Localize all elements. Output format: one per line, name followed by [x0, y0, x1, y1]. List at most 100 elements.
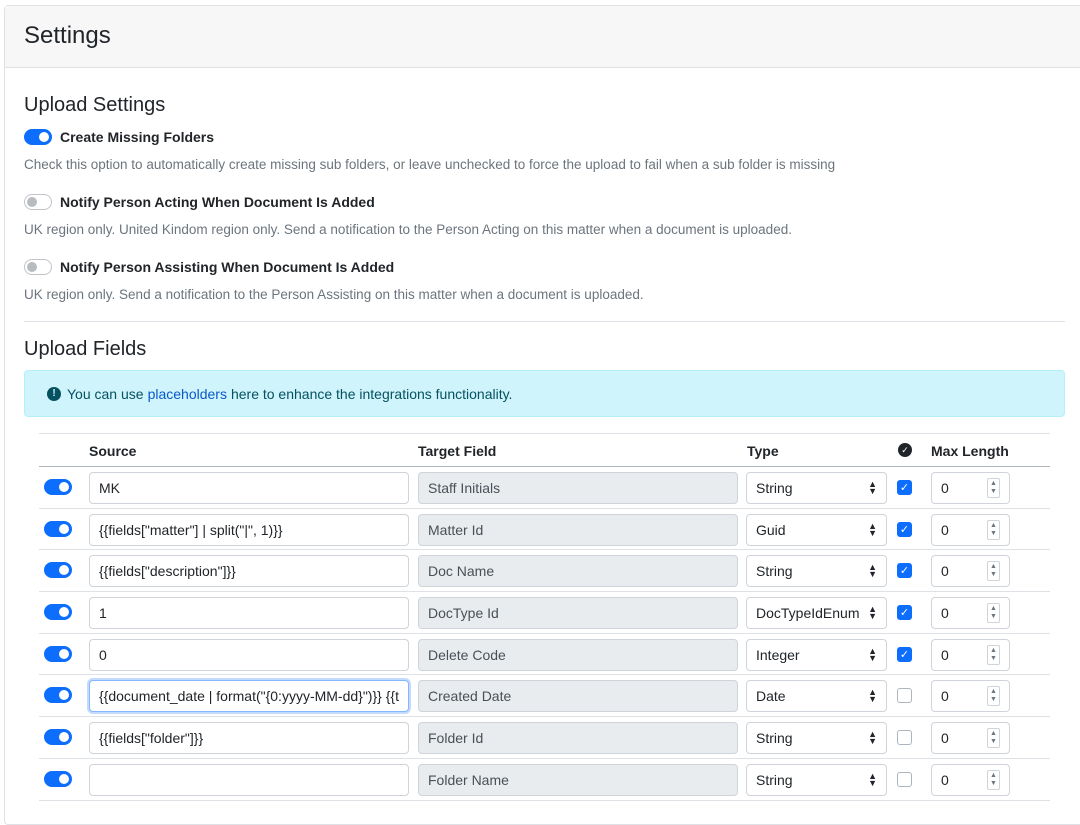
max-length-input[interactable]: 0 ▲ ▼: [931, 513, 1010, 546]
type-select-value: String: [756, 771, 793, 788]
type-select[interactable]: String ▲ ▼: [746, 763, 887, 796]
required-checkbox[interactable]: [897, 771, 912, 787]
spinner-icon[interactable]: ▲ ▼: [987, 561, 1000, 582]
page-title: Settings: [24, 22, 111, 49]
table-row: 1 DocType Id DocTypeIdEnum ▲ ▼ ✓ 0 ▲ ▼: [39, 592, 1050, 634]
type-select[interactable]: Guid ▲ ▼: [746, 513, 887, 546]
max-length-value: 0: [941, 563, 949, 580]
spinner-icon[interactable]: ▲ ▼: [987, 769, 1000, 790]
placeholders-link[interactable]: placeholders: [148, 386, 227, 402]
max-length-input[interactable]: 0 ▲ ▼: [931, 763, 1010, 796]
select-arrows-icon: ▲ ▼: [868, 562, 877, 580]
target-field-input: Created Date: [418, 680, 738, 713]
required-checkbox[interactable]: ✓: [897, 646, 912, 662]
create-missing-folders-toggle[interactable]: [24, 129, 52, 145]
alert-prefix: You can use: [67, 385, 144, 402]
type-select-value: String: [756, 730, 793, 747]
exclamation-circle-icon: !: [47, 386, 61, 401]
table-row: Folder Name String ▲ ▼ 0 ▲ ▼: [39, 759, 1050, 801]
card-header: Settings: [5, 6, 1080, 68]
type-select[interactable]: String ▲ ▼: [746, 555, 887, 588]
spinner-icon[interactable]: ▲ ▼: [987, 644, 1000, 665]
max-length-value: 0: [941, 771, 949, 788]
type-select[interactable]: DocTypeIdEnum ▲ ▼: [746, 597, 887, 630]
source-input[interactable]: {{fields["folder"]}}: [89, 722, 409, 755]
row-enabled-toggle[interactable]: [44, 687, 72, 704]
select-arrows-icon: ▲ ▼: [868, 604, 877, 622]
source-input[interactable]: [89, 763, 409, 796]
max-length-input[interactable]: 0 ▲ ▼: [931, 638, 1010, 671]
type-select-value: Date: [756, 688, 786, 705]
spinner-icon[interactable]: ▲ ▼: [987, 603, 1000, 624]
type-select-value: String: [756, 563, 793, 580]
type-select-value: DocTypeIdEnum: [756, 605, 860, 622]
required-checkbox[interactable]: ✓: [897, 521, 912, 537]
max-length-input[interactable]: 0 ▲ ▼: [931, 680, 1010, 713]
select-arrows-icon: ▲ ▼: [868, 687, 877, 705]
row-enabled-toggle[interactable]: [44, 604, 72, 621]
source-input[interactable]: {{document_date | format("{0:yyyy-MM-dd}…: [89, 680, 409, 713]
max-length-input[interactable]: 0 ▲ ▼: [931, 722, 1010, 755]
max-length-input[interactable]: 0 ▲ ▼: [931, 555, 1010, 588]
row-enabled-toggle[interactable]: [44, 562, 72, 579]
table-row: MK Staff Initials String ▲ ▼ ✓ 0 ▲ ▼: [39, 467, 1050, 509]
row-enabled-toggle[interactable]: [44, 770, 72, 787]
row-enabled-toggle[interactable]: [44, 520, 72, 537]
type-select[interactable]: Integer ▲ ▼: [746, 638, 887, 671]
spinner-icon[interactable]: ▲ ▼: [987, 519, 1000, 540]
type-select-value: Integer: [756, 646, 800, 663]
max-length-input[interactable]: 0 ▲ ▼: [931, 472, 1010, 504]
type-select[interactable]: String ▲ ▼: [746, 722, 887, 755]
info-alert: ! You can use placeholders here to enhan…: [24, 370, 1065, 417]
notify-person-acting-toggle[interactable]: [24, 194, 52, 210]
option-description: Check this option to automatically creat…: [24, 157, 836, 172]
type-select-value: Guid: [756, 521, 786, 538]
upload-settings-heading: Upload Settings: [24, 94, 166, 116]
row-enabled-toggle[interactable]: [44, 479, 72, 495]
table-row: {{document_date | format("{0:yyyy-MM-dd}…: [39, 675, 1050, 718]
table-body: MK Staff Initials String ▲ ▼ ✓ 0 ▲ ▼ {{fields["ma…: [39, 467, 1050, 801]
source-input[interactable]: 0: [89, 638, 409, 671]
option-label: Create Missing Folders: [60, 129, 215, 145]
row-enabled-toggle[interactable]: [44, 645, 72, 662]
source-input[interactable]: {{fields["description"]}}: [89, 555, 409, 588]
target-field-input: Folder Name: [418, 763, 738, 796]
select-arrows-icon: ▲ ▼: [868, 520, 877, 538]
column-type: Type: [747, 443, 779, 459]
select-arrows-icon: ▲ ▼: [868, 770, 877, 788]
option-create-missing-folders: Create Missing Folders: [24, 129, 214, 145]
source-input[interactable]: MK: [89, 472, 409, 504]
required-checkbox[interactable]: ✓: [897, 480, 912, 495]
type-select-value: String: [756, 480, 793, 496]
target-field-input: Matter Id: [418, 513, 738, 546]
type-select[interactable]: Date ▲ ▼: [746, 680, 887, 713]
spinner-icon[interactable]: ▲ ▼: [987, 478, 1000, 498]
type-select[interactable]: String ▲ ▼: [746, 472, 887, 504]
option-notify-person-assisting: Notify Person Assisting When Document Is…: [24, 259, 394, 275]
required-checkbox[interactable]: ✓: [897, 563, 912, 579]
column-max-length: Max Length: [931, 443, 1009, 459]
table-row: {{fields["description"]}} Doc Name String ▲…: [39, 550, 1050, 593]
row-enabled-toggle[interactable]: [44, 729, 72, 746]
required-checkbox[interactable]: ✓: [897, 605, 912, 621]
source-input[interactable]: {{fields["matter"] | split("|", 1)}}: [89, 513, 409, 546]
upload-fields-heading: Upload Fields: [24, 338, 147, 360]
required-checkbox[interactable]: [897, 688, 912, 704]
required-checkbox[interactable]: [897, 730, 912, 746]
target-field-input: Folder Id: [418, 722, 738, 755]
max-length-value: 0: [941, 605, 949, 622]
max-length-value: 0: [941, 521, 949, 538]
max-length-input[interactable]: 0 ▲ ▼: [931, 597, 1010, 630]
select-arrows-icon: ▲ ▼: [868, 645, 877, 663]
column-target-field: Target Field: [418, 443, 497, 459]
section-divider: [24, 321, 1065, 322]
option-label: Notify Person Acting When Document Is Ad…: [60, 194, 375, 210]
spinner-icon[interactable]: ▲ ▼: [987, 686, 1000, 707]
spinner-icon[interactable]: ▲ ▼: [987, 728, 1000, 749]
upload-fields-table: Source Target Field Type ✓ Max Length MK…: [39, 433, 1050, 801]
select-arrows-icon: ▲ ▼: [868, 479, 877, 496]
notify-person-assisting-toggle[interactable]: [24, 259, 52, 275]
option-description: UK region only. United Kindom region onl…: [24, 222, 792, 237]
source-input[interactable]: 1: [89, 597, 409, 630]
alert-suffix: here to enhance the integrations functio…: [230, 385, 513, 402]
